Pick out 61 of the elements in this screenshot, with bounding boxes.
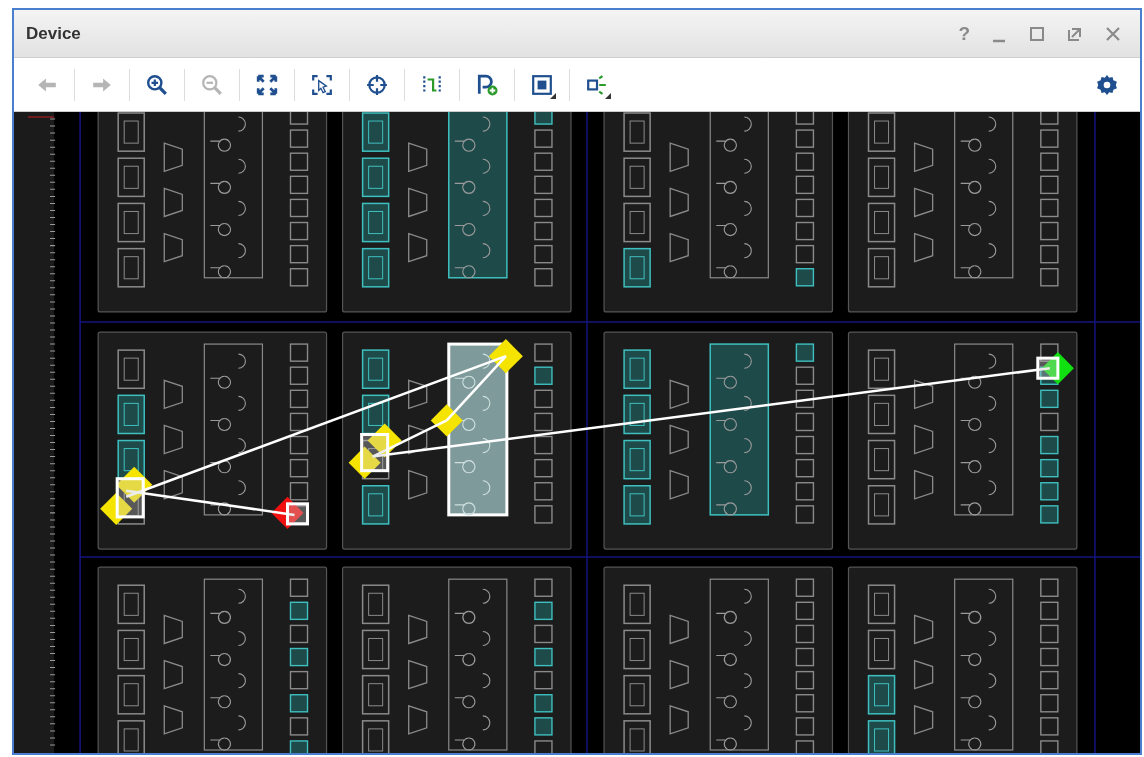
mux-shape — [669, 424, 689, 455]
mux-shape — [163, 614, 183, 645]
mux-shape — [408, 659, 428, 690]
mux-shape — [913, 704, 934, 735]
mux-shape — [913, 659, 934, 690]
expand-arrows-icon — [256, 73, 278, 96]
pin-marker — [271, 496, 304, 529]
restore-icon — [1066, 25, 1084, 44]
zoom-out-icon — [201, 73, 223, 96]
mux-shape — [163, 704, 183, 735]
connection-squares-icon — [586, 73, 608, 96]
pin-marker — [100, 492, 133, 525]
pin-marker — [348, 446, 381, 479]
mux-shape — [163, 142, 183, 173]
help-button[interactable]: ? — [952, 24, 976, 43]
mux-shape — [408, 614, 428, 645]
mux-shape — [408, 379, 428, 410]
mux-shape — [408, 704, 428, 735]
mux-shape — [163, 424, 183, 455]
mux-shape — [669, 379, 689, 410]
window-title: Device — [26, 22, 81, 45]
mux-shape — [163, 232, 183, 263]
mux-shape — [408, 424, 428, 455]
selection-box — [1036, 356, 1060, 380]
mux-shape — [408, 232, 428, 263]
mux-shape — [913, 232, 934, 263]
crosshair-icon — [366, 73, 388, 96]
mux-shape — [913, 469, 934, 500]
zoom-in-icon — [146, 73, 168, 96]
mux-shape — [163, 187, 183, 218]
mux-shape — [913, 187, 934, 218]
mux-shape — [669, 659, 689, 690]
pin-marker — [430, 404, 463, 437]
mux-shape — [669, 232, 689, 263]
selection-box — [115, 477, 145, 519]
gear-icon — [1096, 73, 1118, 96]
pblock-add-icon — [476, 73, 498, 96]
mux-shape — [408, 142, 428, 173]
pin-marker — [367, 423, 402, 458]
pin-marker — [1041, 352, 1074, 385]
mux-shape — [913, 424, 934, 455]
select-region-icon — [311, 73, 333, 96]
minimize-icon — [990, 39, 1008, 44]
mux-shape — [669, 704, 689, 735]
pin-marker — [116, 466, 153, 503]
mux-shape — [669, 187, 689, 218]
mux-shape — [669, 614, 689, 645]
mux-shape — [408, 187, 428, 218]
mux-shape — [163, 659, 183, 690]
mux-shape — [669, 469, 689, 500]
maximize-icon — [1028, 25, 1046, 44]
mux-shape — [408, 469, 428, 500]
mux-shape — [669, 142, 689, 173]
mux-shape — [163, 469, 183, 500]
mux-shape — [163, 379, 183, 410]
mux-shape — [913, 379, 934, 410]
mux-shape — [913, 614, 934, 645]
nested-squares-icon — [531, 73, 553, 96]
pin-marker — [488, 339, 523, 374]
selection-box — [360, 433, 390, 473]
mux-shape — [913, 142, 934, 173]
